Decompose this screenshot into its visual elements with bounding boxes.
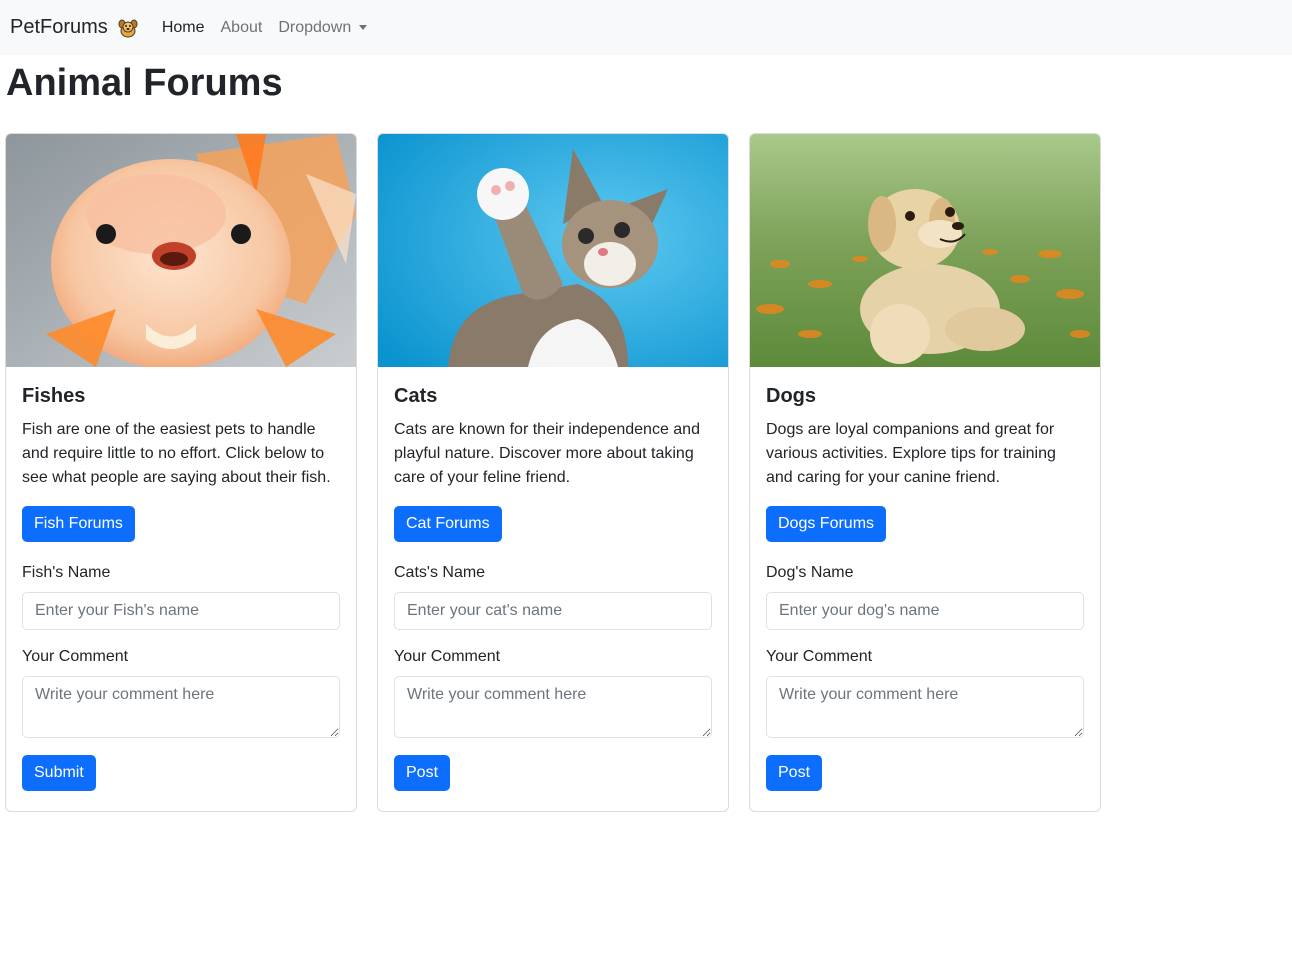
comment-label: Your Comment [766, 648, 873, 665]
cat-name-input[interactable] [394, 592, 712, 630]
card-cats: Cats Cats are known for their independen… [377, 133, 729, 812]
post-button[interactable]: Post [766, 755, 823, 791]
card-description: Fish are one of the easiest pets to hand… [22, 421, 331, 486]
dog-emoji-icon [116, 16, 140, 40]
goldfish-photo [6, 134, 356, 367]
comment-textarea[interactable] [22, 676, 340, 738]
nav-home[interactable]: Home [162, 19, 205, 37]
cat-name-label: Cats's Name [394, 564, 486, 581]
comment-label: Your Comment [22, 648, 129, 665]
comment-textarea[interactable] [394, 676, 712, 738]
card-description: Dogs are loyal companions and great for … [766, 421, 1056, 486]
comment-label: Your Comment [394, 648, 501, 665]
cat-forums-button[interactable]: Cat Forums [394, 506, 502, 542]
comment-textarea[interactable] [766, 676, 1084, 738]
fish-name-label: Fish's Name [22, 564, 111, 581]
submit-button[interactable]: Submit [22, 755, 96, 791]
card-list: Fishes Fish are one of the easiest pets … [5, 133, 1101, 812]
brand-name: PetForums [10, 16, 108, 38]
card-title: Dogs [766, 385, 816, 407]
card-title: Cats [394, 385, 438, 407]
nav-about[interactable]: About [221, 19, 263, 37]
card-description: Cats are known for their independence an… [394, 421, 700, 486]
page-title: Animal Forums [6, 62, 283, 104]
brand-link[interactable]: PetForums [10, 16, 140, 40]
dogs-forums-button[interactable]: Dogs Forums [766, 506, 887, 542]
navbar: PetForums Home About Dropdown [0, 0, 1292, 55]
nav-dropdown-label: Dropdown [278, 18, 352, 36]
chevron-down-icon [359, 25, 368, 30]
cat-photo [378, 134, 728, 367]
card-dogs: Dogs Dogs are loyal companions and great… [749, 133, 1101, 812]
nav-dropdown[interactable]: Dropdown [278, 18, 368, 37]
card-title: Fishes [22, 385, 86, 407]
dog-name-input[interactable] [766, 592, 1084, 630]
dog-photo [750, 134, 1100, 367]
fish-forums-button[interactable]: Fish Forums [22, 506, 135, 542]
dog-name-label: Dog's Name [766, 564, 854, 581]
post-button[interactable]: Post [394, 755, 451, 791]
fish-name-input[interactable] [22, 592, 340, 630]
card-fishes: Fishes Fish are one of the easiest pets … [5, 133, 357, 812]
